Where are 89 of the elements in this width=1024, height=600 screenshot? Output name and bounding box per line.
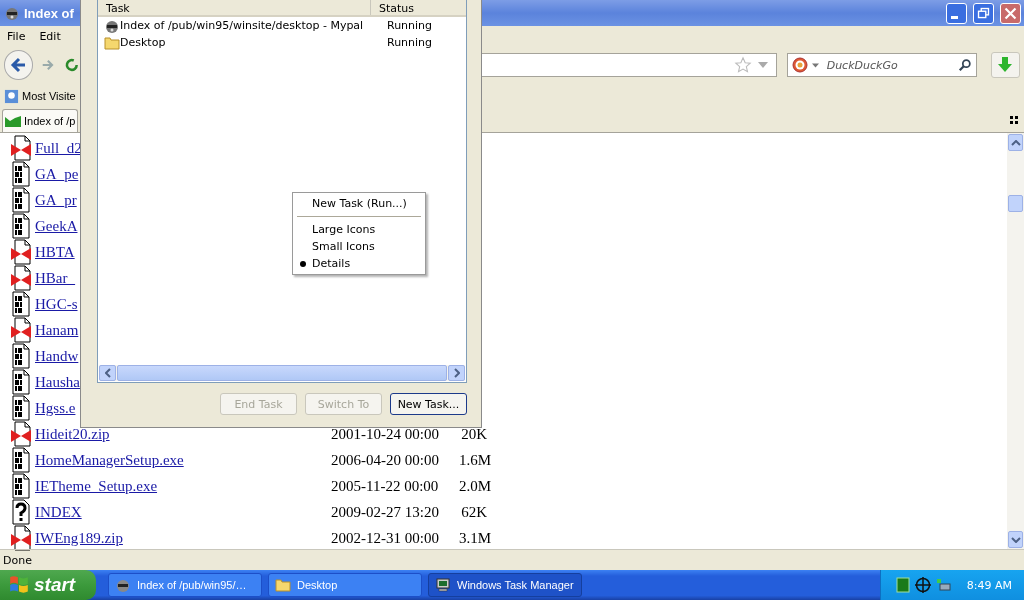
dialog-button[interactable]: New Task... — [390, 393, 467, 415]
search-icon[interactable] — [957, 58, 972, 72]
back-button[interactable] — [4, 50, 34, 80]
file-size: 20K — [460, 425, 487, 443]
download-button[interactable] — [990, 52, 1020, 78]
binary-file-icon — [10, 161, 32, 187]
bookmark-icon — [4, 88, 19, 104]
computer-icon — [435, 577, 451, 593]
menu-item[interactable]: Large Icons — [312, 223, 376, 236]
file-link[interactable]: Hanam — [35, 321, 79, 338]
menu-item[interactable]: Small Icons — [312, 240, 375, 253]
archive-file-icon — [10, 421, 32, 447]
scroll-up-icon[interactable] — [1010, 139, 1021, 146]
task-status: Running — [386, 19, 433, 32]
star-icon[interactable] — [733, 56, 752, 74]
taskbar-button[interactable]: Desktop — [268, 573, 422, 597]
bookmark-item[interactable]: Most Visite — [22, 90, 76, 102]
horizontal-scrollbar[interactable] — [99, 365, 465, 381]
dropdown-icon[interactable] — [757, 62, 768, 68]
file-date: 2009-02-27 13:20 — [331, 503, 440, 521]
file-link[interactable]: GeekA — [35, 217, 78, 234]
restore-button[interactable] — [973, 2, 994, 24]
file-link[interactable]: Handw — [35, 347, 79, 364]
network-icon — [934, 577, 951, 593]
file-link[interactable]: HBTA — [35, 243, 75, 260]
column-header[interactable]: Status — [371, 0, 415, 15]
file-link[interactable]: GA_pe — [35, 165, 79, 182]
search-input[interactable]: DuckDuckGo — [824, 57, 958, 73]
start-button[interactable]: start — [0, 570, 96, 600]
file-link[interactable]: HBar_ — [35, 269, 75, 286]
column-header[interactable]: Task — [98, 0, 371, 15]
task-name[interactable]: Index of /pub/win95/winsite/desktop - Mypal — [120, 19, 377, 32]
menu-item[interactable]: Edit — [39, 29, 61, 43]
binary-file-icon — [10, 447, 32, 473]
archive-file-icon — [10, 135, 32, 161]
file-date: 2005-11-22 00:00 — [331, 477, 440, 495]
scroll-right-icon[interactable] — [453, 368, 460, 378]
status-text: Done — [3, 553, 32, 567]
list-tabs-icon[interactable] — [1010, 116, 1018, 124]
clock: 8:49 AM — [966, 578, 1012, 592]
folder-icon — [275, 577, 291, 593]
reload-icon[interactable] — [64, 57, 80, 73]
scroll-thumb[interactable] — [1008, 195, 1023, 212]
file-link[interactable]: IWEng189.zip — [35, 529, 123, 546]
file-size: 62K — [460, 503, 487, 521]
archive-file-icon — [10, 239, 32, 265]
archive-file-icon — [10, 317, 32, 343]
file-link[interactable]: Hideit20.zip — [35, 425, 110, 442]
file-date: 2001-10-24 00:00 — [331, 425, 440, 443]
binary-file-icon — [10, 187, 32, 213]
scroll-left-icon[interactable] — [104, 368, 111, 378]
file-link[interactable]: HGC-s — [35, 295, 78, 312]
dropdown-icon[interactable] — [811, 62, 819, 68]
task-status: Running — [386, 36, 433, 49]
windows-logo-icon — [8, 574, 30, 596]
unknown-file-icon — [10, 499, 32, 525]
menu-item[interactable]: File — [7, 29, 26, 43]
minimize-icon — [950, 15, 958, 19]
close-button[interactable] — [1000, 2, 1021, 24]
menu-item[interactable]: Details — [312, 257, 351, 270]
menu-item[interactable]: New Task (Run...) — [312, 197, 407, 210]
scroll-down-icon[interactable] — [1010, 536, 1021, 543]
page-icon — [5, 115, 21, 127]
minimize-button[interactable] — [946, 2, 967, 24]
file-date: 2006-04-20 00:00 — [331, 451, 440, 469]
file-link[interactable]: Hausha — [35, 373, 80, 390]
file-link[interactable]: IETheme_Setup.exe — [35, 477, 158, 494]
file-link[interactable]: HomeManagerSetup.exe — [35, 451, 184, 468]
taskbar-button[interactable]: Index of /pub/win95/… — [108, 573, 262, 597]
file-link[interactable]: Hgss.e — [35, 399, 76, 416]
file-link[interactable]: GA_pr — [35, 191, 77, 208]
file-link[interactable]: INDEX — [35, 503, 82, 520]
binary-file-icon — [10, 343, 32, 369]
binary-file-icon — [10, 213, 32, 239]
binary-file-icon — [10, 291, 32, 317]
folder-icon — [104, 34, 120, 51]
archive-file-icon — [10, 265, 32, 291]
browser-tab[interactable]: Index of /p — [2, 109, 79, 132]
window-title: Index of — [24, 5, 74, 21]
task-name[interactable]: Desktop — [120, 36, 377, 49]
file-link[interactable]: Full_d2 — [35, 139, 82, 156]
binary-file-icon — [10, 369, 32, 395]
file-date: 2002-12-31 00:00 — [331, 529, 440, 547]
search-bar[interactable]: DuckDuckGo — [786, 53, 977, 77]
vertical-scrollbar[interactable] — [1007, 133, 1024, 549]
crosshair-icon — [914, 577, 931, 593]
taskbar-button[interactable]: Windows Task Manager — [428, 573, 582, 597]
binary-file-icon — [10, 473, 32, 499]
binary-file-icon — [10, 395, 32, 421]
